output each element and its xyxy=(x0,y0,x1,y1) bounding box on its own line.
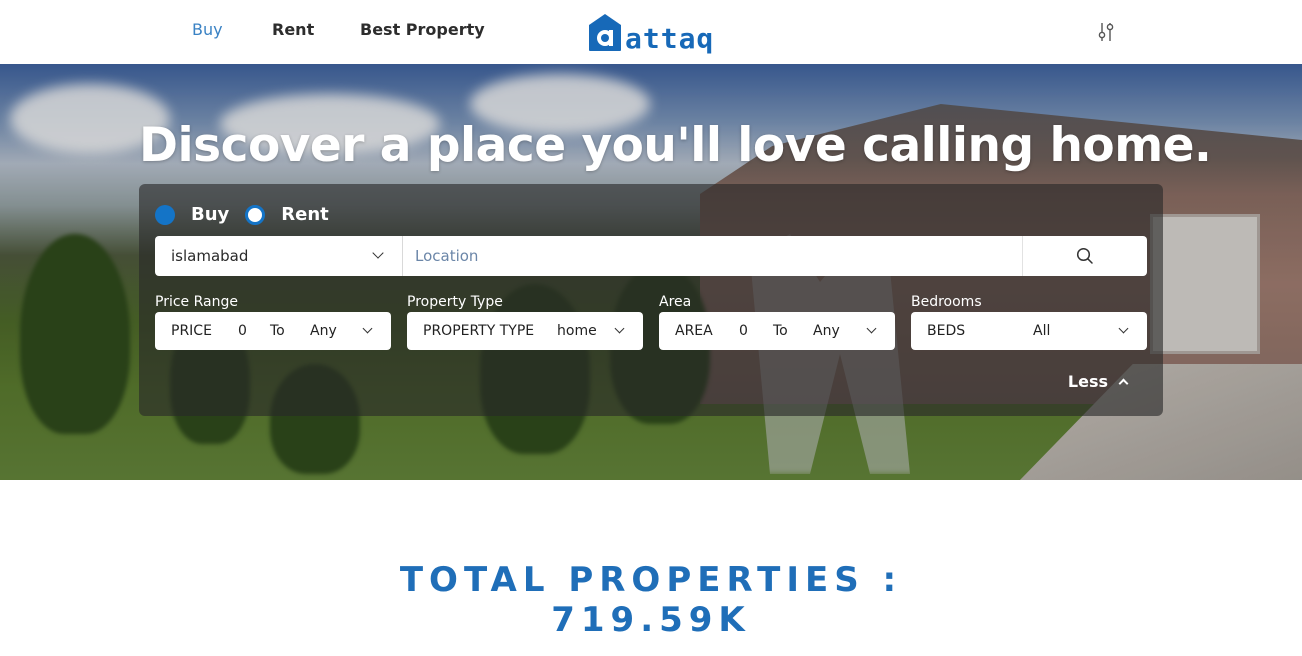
area-to-label: To xyxy=(773,323,788,339)
area-min-value[interactable]: 0 xyxy=(739,323,748,339)
chevron-down-icon xyxy=(614,323,625,334)
chevron-down-icon xyxy=(1118,323,1129,334)
search-button[interactable] xyxy=(1023,236,1147,276)
logo-house-icon xyxy=(589,14,621,51)
bedrooms-value: All xyxy=(1033,323,1051,339)
chevron-down-icon xyxy=(372,247,384,259)
top-nav: Buy Rent Best Property attaq xyxy=(0,0,1302,64)
area-label: Area xyxy=(659,294,692,310)
buy-radio-label[interactable]: Buy xyxy=(191,204,229,225)
property-type-select[interactable]: PROPERTY TYPE home xyxy=(407,312,643,350)
settings-sliders-icon[interactable] xyxy=(1096,21,1116,43)
price-to-label: To xyxy=(270,323,285,339)
property-type-value: home xyxy=(557,323,597,339)
chevron-up-icon xyxy=(1118,378,1129,389)
hero-banner: Discover a place you'll love calling hom… xyxy=(0,64,1302,480)
search-bar: islamabad xyxy=(155,236,1147,276)
listing-mode-toggle: Buy Rent xyxy=(155,204,345,225)
logo-wordmark: attaq xyxy=(625,22,715,55)
area-max-value[interactable]: Any xyxy=(813,323,840,339)
city-select-value: islamabad xyxy=(171,247,249,265)
hero-title: Discover a place you'll love calling hom… xyxy=(139,118,1212,173)
total-properties-stat: TOTAL PROPERTIES : 719.59K xyxy=(0,560,1302,640)
chevron-down-icon xyxy=(866,323,877,334)
less-label: Less xyxy=(1067,372,1108,391)
bedrooms-filter: Bedrooms BEDS All xyxy=(911,294,1147,350)
price-min-value[interactable]: 0 xyxy=(238,323,247,339)
search-panel: Buy Rent islamabad Price Range PRICE 0 xyxy=(139,184,1163,416)
price-range-select[interactable]: PRICE 0 To Any xyxy=(155,312,391,350)
price-max-value[interactable]: Any xyxy=(310,323,337,339)
rent-radio[interactable] xyxy=(245,204,266,225)
bedrooms-label: Bedrooms xyxy=(911,294,982,310)
property-type-prefix: PROPERTY TYPE xyxy=(423,323,535,339)
total-properties-label: TOTAL PROPERTIES : xyxy=(399,560,903,600)
price-range-filter: Price Range PRICE 0 To Any xyxy=(155,294,391,350)
property-type-label: Property Type xyxy=(407,294,503,310)
area-prefix: AREA xyxy=(675,323,713,339)
nav-link-buy[interactable]: Buy xyxy=(192,20,223,39)
nav-link-best-property[interactable]: Best Property xyxy=(360,20,485,39)
area-select[interactable]: AREA 0 To Any xyxy=(659,312,895,350)
chevron-down-icon xyxy=(362,323,373,334)
logo[interactable]: attaq xyxy=(587,12,715,55)
city-select[interactable]: islamabad xyxy=(155,236,403,276)
rent-radio-label[interactable]: Rent xyxy=(281,204,329,225)
price-range-label: Price Range xyxy=(155,294,238,310)
less-filters-toggle[interactable]: Less xyxy=(1067,372,1129,391)
property-type-filter: Property Type PROPERTY TYPE home xyxy=(407,294,643,350)
location-input[interactable] xyxy=(403,236,1023,276)
buy-radio[interactable] xyxy=(155,204,175,225)
total-properties-value: 719.59K xyxy=(551,600,751,640)
price-prefix: PRICE xyxy=(171,323,212,339)
search-icon xyxy=(1076,247,1093,264)
nav-link-rent[interactable]: Rent xyxy=(272,20,314,39)
area-filter: Area AREA 0 To Any xyxy=(659,294,895,350)
bedrooms-prefix: BEDS xyxy=(927,323,966,339)
bedrooms-select[interactable]: BEDS All xyxy=(911,312,1147,350)
